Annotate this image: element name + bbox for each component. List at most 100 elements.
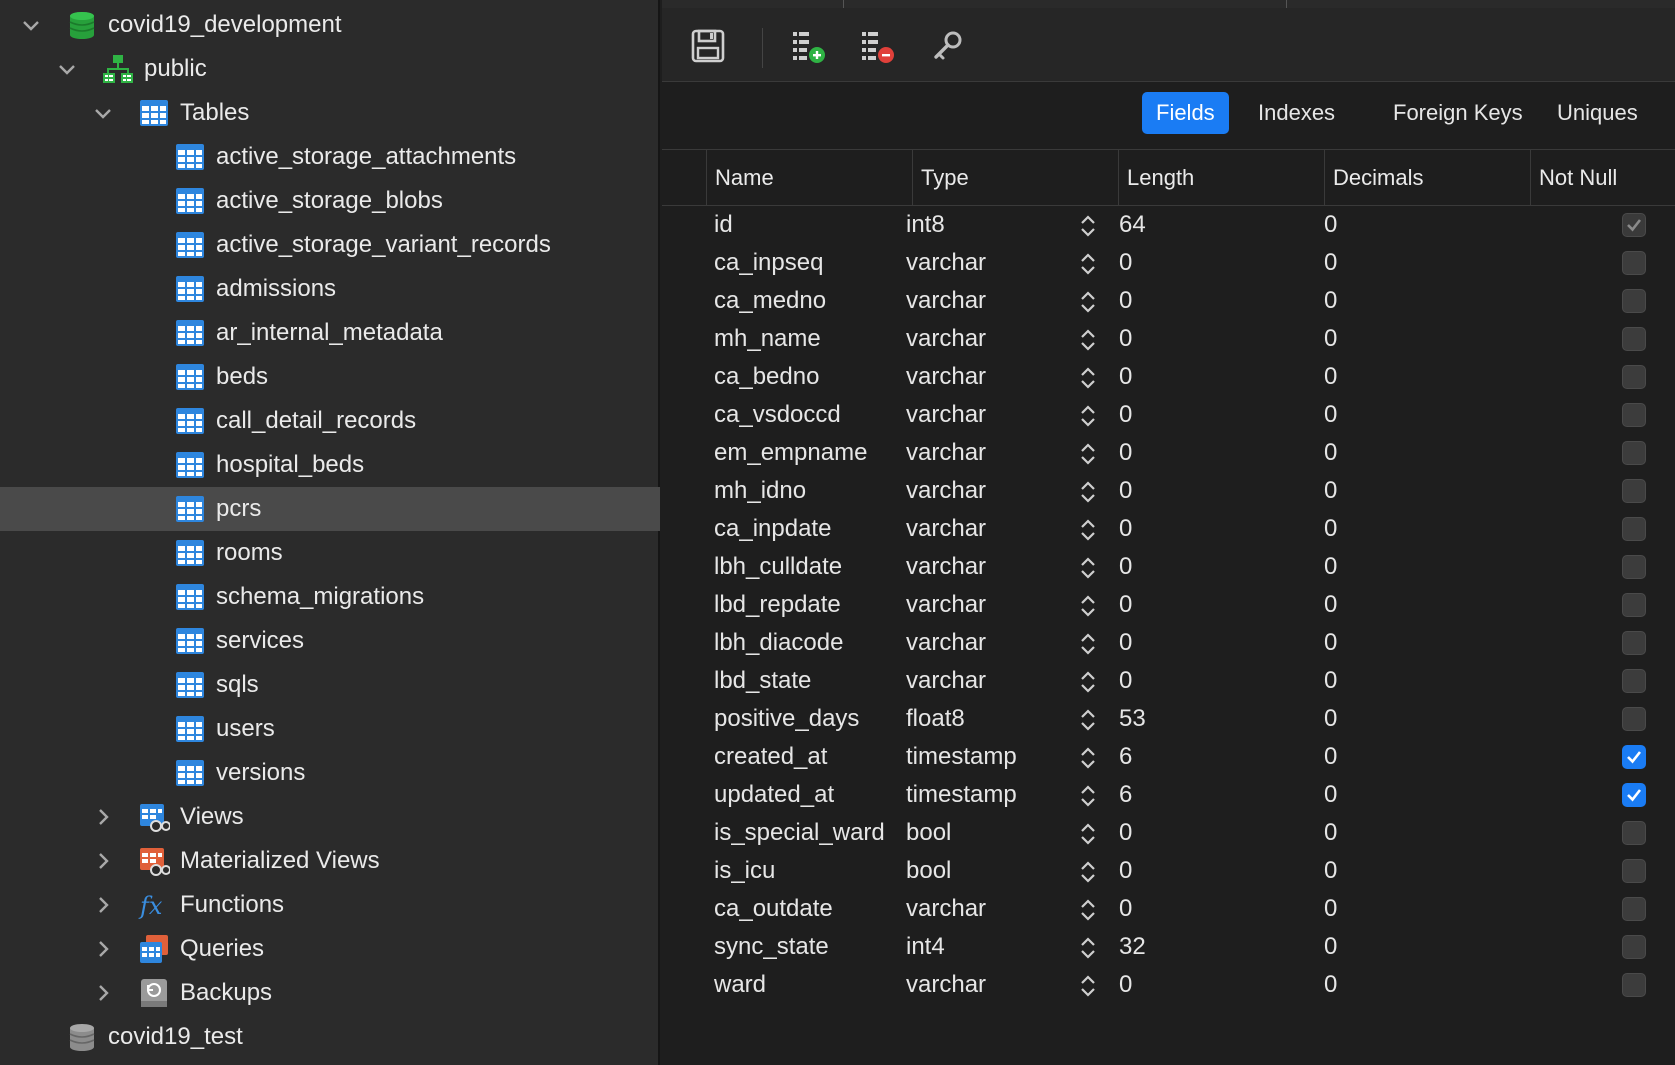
table-row[interactable]: ca_inpdate varchar 0 0 (662, 510, 1675, 548)
field-name-cell[interactable]: ca_bedno (714, 358, 819, 396)
field-type-cell[interactable]: varchar (906, 320, 986, 358)
field-name-cell[interactable]: em_empname (714, 434, 867, 472)
sidebar-item-backups[interactable]: Backups (0, 971, 660, 1015)
field-length-cell[interactable]: 32 (1119, 928, 1146, 966)
table-row[interactable]: ca_bedno varchar 0 0 (662, 358, 1675, 396)
sidebar-item-admissions[interactable]: admissions (0, 267, 660, 311)
field-decimals-cell[interactable]: 0 (1324, 852, 1337, 890)
table-row[interactable]: created_at timestamp 6 0 (662, 738, 1675, 776)
field-length-cell[interactable]: 0 (1119, 396, 1132, 434)
table-row[interactable]: ca_vsdoccd varchar 0 0 (662, 396, 1675, 434)
field-decimals-cell[interactable]: 0 (1324, 814, 1337, 852)
field-length-cell[interactable]: 0 (1119, 472, 1132, 510)
field-name-cell[interactable]: positive_days (714, 700, 859, 738)
field-decimals-cell[interactable]: 0 (1324, 662, 1337, 700)
tab-uniques[interactable]: Uniques (1543, 92, 1652, 134)
field-name-cell[interactable]: ca_inpdate (714, 510, 831, 548)
sidebar-item-queries[interactable]: Queries (0, 927, 660, 971)
delete-field-icon[interactable] (857, 26, 897, 66)
sidebar-item-public[interactable]: public (0, 47, 660, 91)
field-decimals-cell[interactable]: 0 (1324, 548, 1337, 586)
field-decimals-cell[interactable]: 0 (1324, 890, 1337, 928)
chevron-right-icon[interactable] (92, 938, 114, 960)
sidebar-item-functions[interactable]: fx Functions (0, 883, 660, 927)
type-stepper-icon[interactable] (1078, 745, 1098, 771)
table-row[interactable]: em_empname varchar 0 0 (662, 434, 1675, 472)
field-length-cell[interactable]: 53 (1119, 700, 1146, 738)
type-stepper-icon[interactable] (1078, 821, 1098, 847)
field-type-cell[interactable]: timestamp (906, 776, 1017, 814)
not-null-checkbox[interactable] (1622, 213, 1646, 237)
field-type-cell[interactable]: varchar (906, 282, 986, 320)
field-type-cell[interactable]: varchar (906, 586, 986, 624)
column-header-name[interactable]: Name (706, 150, 912, 206)
field-name-cell[interactable]: is_special_ward (714, 814, 885, 852)
field-name-cell[interactable]: is_icu (714, 852, 775, 890)
field-length-cell[interactable]: 0 (1119, 434, 1132, 472)
not-null-checkbox[interactable] (1622, 783, 1646, 807)
not-null-checkbox[interactable] (1622, 365, 1646, 389)
field-length-cell[interactable]: 6 (1119, 776, 1132, 814)
field-decimals-cell[interactable]: 0 (1324, 206, 1337, 244)
chevron-down-icon[interactable] (56, 58, 78, 80)
column-header-length[interactable]: Length (1118, 150, 1324, 206)
not-null-checkbox[interactable] (1622, 935, 1646, 959)
not-null-checkbox[interactable] (1622, 517, 1646, 541)
table-row[interactable]: ca_outdate varchar 0 0 (662, 890, 1675, 928)
type-stepper-icon[interactable] (1078, 479, 1098, 505)
field-decimals-cell[interactable]: 0 (1324, 358, 1337, 396)
field-decimals-cell[interactable]: 0 (1324, 966, 1337, 1004)
table-row[interactable]: updated_at timestamp 6 0 (662, 776, 1675, 814)
field-type-cell[interactable]: int8 (906, 206, 945, 244)
field-length-cell[interactable]: 0 (1119, 586, 1132, 624)
column-header-not-null[interactable]: Not Null (1530, 150, 1675, 206)
not-null-checkbox[interactable] (1622, 631, 1646, 655)
column-header-type[interactable]: Type (912, 150, 1118, 206)
sidebar-item-active-storage-blobs[interactable]: active_storage_blobs (0, 179, 660, 223)
type-stepper-icon[interactable] (1078, 669, 1098, 695)
field-type-cell[interactable]: varchar (906, 624, 986, 662)
field-decimals-cell[interactable]: 0 (1324, 738, 1337, 776)
field-name-cell[interactable]: lbh_diacode (714, 624, 843, 662)
type-stepper-icon[interactable] (1078, 289, 1098, 315)
tab[interactable] (844, 0, 1287, 8)
table-row[interactable]: lbd_state varchar 0 0 (662, 662, 1675, 700)
field-name-cell[interactable]: mh_idno (714, 472, 806, 510)
chevron-right-icon[interactable] (92, 850, 114, 872)
type-stepper-icon[interactable] (1078, 555, 1098, 581)
field-decimals-cell[interactable]: 0 (1324, 434, 1337, 472)
field-name-cell[interactable]: ca_vsdoccd (714, 396, 841, 434)
sidebar-item-covid19-test[interactable]: covid19_test (0, 1015, 660, 1059)
not-null-checkbox[interactable] (1622, 859, 1646, 883)
type-stepper-icon[interactable] (1078, 631, 1098, 657)
tab-fields[interactable]: Fields (1142, 92, 1229, 134)
field-type-cell[interactable]: varchar (906, 510, 986, 548)
field-name-cell[interactable]: lbh_culldate (714, 548, 842, 586)
field-type-cell[interactable]: int4 (906, 928, 945, 966)
field-type-cell[interactable]: varchar (906, 966, 986, 1004)
type-stepper-icon[interactable] (1078, 897, 1098, 923)
sidebar-item-call-detail-records[interactable]: call_detail_records (0, 399, 660, 443)
field-decimals-cell[interactable]: 0 (1324, 510, 1337, 548)
field-type-cell[interactable]: varchar (906, 472, 986, 510)
sidebar-item-rooms[interactable]: rooms (0, 531, 660, 575)
type-stepper-icon[interactable] (1078, 327, 1098, 353)
type-stepper-icon[interactable] (1078, 251, 1098, 277)
field-name-cell[interactable]: sync_state (714, 928, 829, 966)
sidebar-item-active-storage-variant-records[interactable]: active_storage_variant_records (0, 223, 660, 267)
table-row[interactable]: ca_inpseq varchar 0 0 (662, 244, 1675, 282)
type-stepper-icon[interactable] (1078, 517, 1098, 543)
type-stepper-icon[interactable] (1078, 935, 1098, 961)
field-length-cell[interactable]: 0 (1119, 624, 1132, 662)
not-null-checkbox[interactable] (1622, 669, 1646, 693)
field-length-cell[interactable]: 0 (1119, 358, 1132, 396)
sidebar-item-active-storage-attachments[interactable]: active_storage_attachments (0, 135, 660, 179)
field-name-cell[interactable]: ward (714, 966, 766, 1004)
field-type-cell[interactable]: varchar (906, 434, 986, 472)
type-stepper-icon[interactable] (1078, 859, 1098, 885)
field-decimals-cell[interactable]: 0 (1324, 320, 1337, 358)
field-type-cell[interactable]: varchar (906, 396, 986, 434)
field-type-cell[interactable]: varchar (906, 358, 986, 396)
field-length-cell[interactable]: 0 (1119, 814, 1132, 852)
not-null-checkbox[interactable] (1622, 441, 1646, 465)
